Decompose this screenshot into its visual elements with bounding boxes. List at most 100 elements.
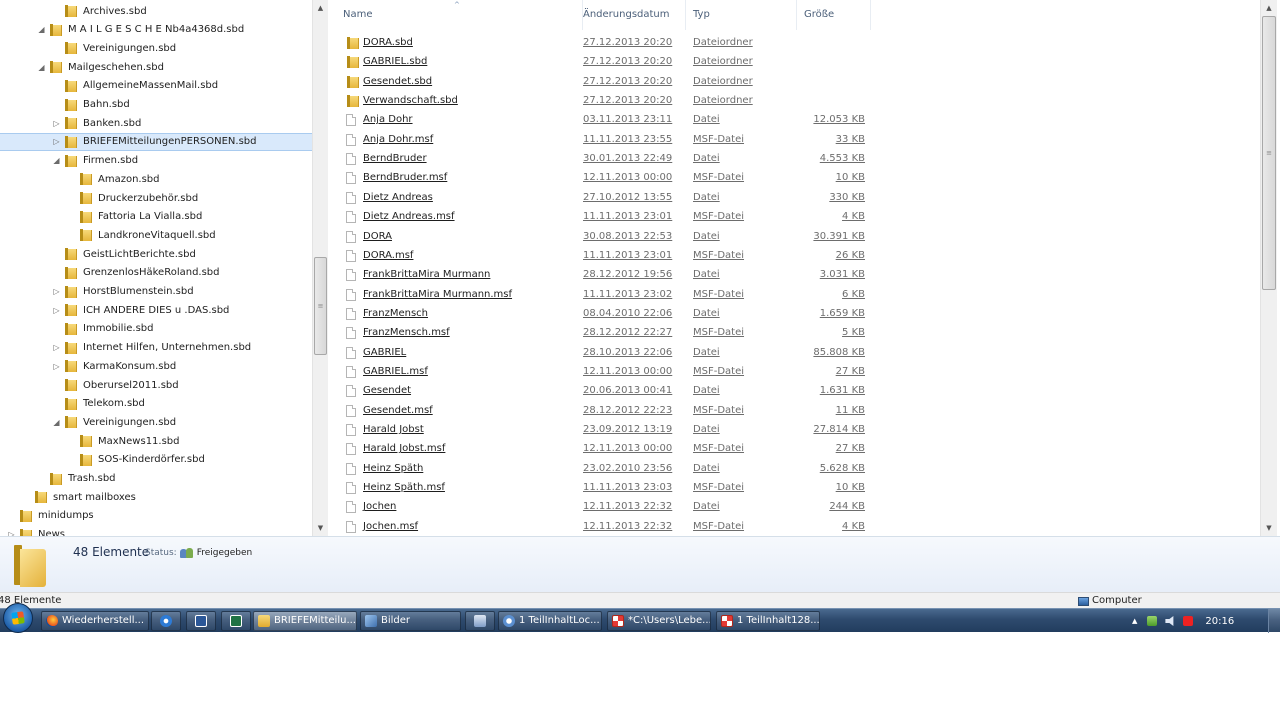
tree-item[interactable]: ▷Amazon.sbd — [0, 170, 312, 188]
tree-item[interactable]: ▷ ICH ANDERE DIES u .DAS.sbd — [0, 301, 312, 319]
tree-item[interactable]: ▷Trash.sbd — [0, 470, 312, 488]
file-list[interactable]: ^ Name Änderungsdatum Typ Größe DORA.sbd… — [328, 0, 1260, 536]
tree-item[interactable]: ◢ M A I L G E S C H E Nb4a4368d.sbd — [0, 21, 312, 39]
tree-item[interactable]: ▷Telekom.sbd — [0, 395, 312, 413]
file-name[interactable]: Anja Dohr.msf — [363, 130, 433, 149]
file-row[interactable]: GABRIEL.sbd 27.12.2013 20:20 Dateiordner — [328, 52, 1260, 71]
tree-item[interactable]: ▷ Banken.sbd — [0, 114, 312, 132]
file-row[interactable]: FrankBrittaMira Murmann 28.12.2012 19:56 D… — [328, 265, 1260, 284]
file-row[interactable]: FranzMensch.msf 28.12.2012 22:27 MSF-Datei… — [328, 323, 1260, 342]
column-header-date[interactable]: Änderungsdatum — [576, 0, 686, 30]
file-name[interactable]: Gesendet — [363, 381, 411, 400]
file-name[interactable]: DORA.sbd — [363, 33, 413, 52]
file-name[interactable]: Jochen — [363, 497, 396, 516]
file-row[interactable]: DORA.sbd 27.12.2013 20:20 Dateiordner — [328, 33, 1260, 52]
file-name[interactable]: Jochen.msf — [363, 517, 418, 536]
expanded-arrow-icon[interactable]: ◢ — [37, 25, 46, 34]
file-name[interactable]: Anja Dohr — [363, 110, 413, 129]
file-name[interactable]: BerndBruder — [363, 149, 427, 168]
scroll-down-icon[interactable]: ▼ — [313, 520, 328, 536]
taskbar-item[interactable] — [151, 611, 181, 631]
file-row[interactable]: DORA.msf 11.11.2013 23:01 MSF-Datei 26 KB — [328, 246, 1260, 265]
expanded-arrow-icon[interactable]: ◢ — [52, 156, 61, 165]
column-header-size[interactable]: Größe — [797, 0, 871, 30]
file-name[interactable]: DORA.msf — [363, 246, 413, 265]
tree-item[interactable]: ▷Oberursel2011.sbd — [0, 376, 312, 394]
tree-item[interactable]: ▷Archives.sbd — [0, 2, 312, 20]
tree-item[interactable]: ▷Bahn.sbd — [0, 96, 312, 114]
collapsed-arrow-icon[interactable]: ▷ — [52, 119, 61, 128]
collapsed-arrow-icon[interactable]: ▷ — [52, 306, 61, 315]
taskbar-item[interactable] — [465, 611, 495, 631]
tree-item[interactable]: ◢ Mailgeschehen.sbd — [0, 58, 312, 76]
file-row[interactable]: Dietz Andreas.msf 11.11.2013 23:01 MSF-Dat… — [328, 207, 1260, 226]
tree-item[interactable]: ▷GrenzenlosHäkeRoland.sbd — [0, 264, 312, 282]
file-row[interactable]: Dietz Andreas 27.10.2012 13:55 Datei 330 KB — [328, 188, 1260, 207]
scroll-up-icon[interactable]: ▲ — [313, 0, 328, 16]
tree-scrollbar[interactable]: ▲ ≡ ▼ — [312, 0, 328, 536]
file-row[interactable]: BerndBruder.msf 12.11.2013 00:00 MSF-Datei… — [328, 168, 1260, 187]
file-name[interactable]: GABRIEL.sbd — [363, 52, 427, 71]
file-row[interactable]: BerndBruder 30.01.2013 22:49 Datei 4.553 KB — [328, 149, 1260, 168]
file-row[interactable]: GABRIEL.msf 12.11.2013 00:00 MSF-Datei 27 K… — [328, 362, 1260, 381]
file-name[interactable]: FrankBrittaMira Murmann — [363, 265, 490, 284]
tree-item[interactable]: ▷ KarmaKonsum.sbd — [0, 357, 312, 375]
file-row[interactable]: GABRIEL 28.10.2013 22:06 Datei 85.808 KB — [328, 343, 1260, 362]
file-row[interactable]: Heinz Späth.msf 11.11.2013 23:03 MSF-Datei… — [328, 478, 1260, 497]
tree-scroll-thumb[interactable]: ≡ — [314, 257, 327, 355]
tree-item[interactable]: ▷Fattoria La Vialla.sbd — [0, 208, 312, 226]
taskbar-item[interactable]: Bilder — [360, 611, 461, 631]
tree-item[interactable]: ▷smart mailboxes — [0, 488, 312, 506]
file-row[interactable]: Verwandschaft.sbd 27.12.2013 20:20 Dateior… — [328, 91, 1260, 110]
file-name[interactable]: Dietz Andreas.msf — [363, 207, 455, 226]
file-name[interactable]: Gesendet.sbd — [363, 72, 432, 91]
collapsed-arrow-icon[interactable]: ▷ — [52, 137, 61, 146]
collapsed-arrow-icon[interactable]: ▷ — [52, 362, 61, 371]
collapsed-arrow-icon[interactable]: ▷ — [52, 287, 61, 296]
file-name[interactable]: Heinz Späth.msf — [363, 478, 445, 497]
expanded-arrow-icon[interactable]: ◢ — [37, 63, 46, 72]
scroll-down-icon[interactable]: ▼ — [1261, 520, 1277, 536]
file-name[interactable]: Harald Jobst.msf — [363, 439, 445, 458]
file-name[interactable]: FranzMensch — [363, 304, 428, 323]
file-name[interactable]: Heinz Späth — [363, 459, 423, 478]
file-row[interactable]: FrankBrittaMira Murmann.msf 11.11.2013 23… — [328, 285, 1260, 304]
file-row[interactable]: Jochen 12.11.2013 22:32 Datei 244 KB — [328, 497, 1260, 516]
file-row[interactable]: Harald Jobst 23.09.2012 13:19 Datei 27.814 … — [328, 420, 1260, 439]
file-name[interactable]: FranzMensch.msf — [363, 323, 450, 342]
tree-item[interactable]: ▷Vereinigungen.sbd — [0, 39, 312, 57]
file-row[interactable]: Gesendet 20.06.2013 00:41 Datei 1.631 KB — [328, 381, 1260, 400]
file-row[interactable]: FranzMensch 08.04.2010 22:06 Datei 1.659 KB — [328, 304, 1260, 323]
taskbar-item[interactable] — [186, 611, 216, 631]
file-name[interactable]: Gesendet.msf — [363, 401, 433, 420]
taskbar-item[interactable] — [221, 611, 251, 631]
file-list-scrollbar[interactable]: ▲ ≡ ▼ — [1260, 0, 1277, 536]
taskbar-item[interactable]: Wiederherstell... — [41, 611, 149, 631]
file-row[interactable]: Anja Dohr 03.11.2013 23:11 Datei 12.053 KB — [328, 110, 1260, 129]
taskbar-item[interactable]: *C:\Users\Lebe... — [607, 611, 711, 631]
taskbar-item[interactable]: 1 TeilInhaltLoc... — [498, 611, 602, 631]
taskbar-item[interactable]: 1 TeilInhalt128... — [716, 611, 820, 631]
file-name[interactable]: FrankBrittaMira Murmann.msf — [363, 285, 512, 304]
file-name[interactable]: Dietz Andreas — [363, 188, 433, 207]
tree-item[interactable]: ▷minidumps — [0, 507, 312, 525]
file-row[interactable]: Harald Jobst.msf 12.11.2013 00:00 MSF-Date… — [328, 439, 1260, 458]
file-list-scroll-thumb[interactable]: ≡ — [1262, 16, 1276, 290]
file-row[interactable]: DORA 30.08.2013 22:53 Datei 30.391 KB — [328, 227, 1260, 246]
file-name[interactable]: Verwandschaft.sbd — [363, 91, 458, 110]
volume-icon[interactable] — [1165, 616, 1174, 626]
tree-item[interactable]: ▷GeistLichtBerichte.sbd — [0, 245, 312, 263]
tree-item[interactable]: ▷ Internet Hilfen, Unternehmen.sbd — [0, 339, 312, 357]
show-desktop-button[interactable] — [1268, 609, 1280, 633]
tray-expand-icon[interactable]: ▲ — [1132, 617, 1137, 625]
navigation-tree[interactable]: ▷Archives.sbd◢M A I L G E S C H E Nb4a43… — [0, 0, 312, 536]
network-icon[interactable] — [1147, 616, 1158, 626]
scroll-up-icon[interactable]: ▲ — [1261, 0, 1277, 16]
tree-item[interactable]: ▷Druckerzubehör.sbd — [0, 189, 312, 207]
file-row[interactable]: Jochen.msf 12.11.2013 22:32 MSF-Datei 4 KB — [328, 517, 1260, 536]
tree-item[interactable]: ▷Immobilie.sbd — [0, 320, 312, 338]
tree-item[interactable]: ▷LandkroneVitaquell.sbd — [0, 226, 312, 244]
file-name[interactable]: DORA — [363, 227, 392, 246]
expanded-arrow-icon[interactable]: ◢ — [52, 418, 61, 427]
tree-item[interactable]: ▷SOS-Kinderdörfer.sbd — [0, 451, 312, 469]
